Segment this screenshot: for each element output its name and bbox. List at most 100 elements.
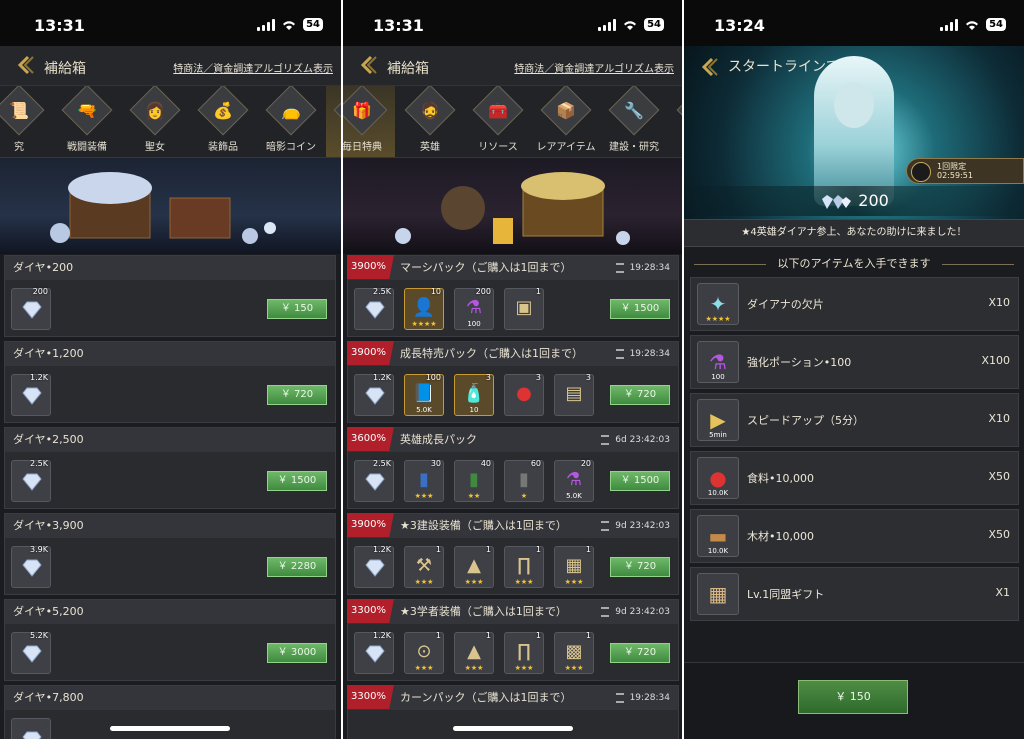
status-icons: 54 <box>257 18 323 31</box>
reward-item[interactable]: 1.2K <box>354 373 394 416</box>
grey-book-icon: ▮ <box>519 469 529 490</box>
buy-button[interactable]: ￥ 150 <box>798 680 908 714</box>
tab-heroine[interactable]: 👩 聖女 <box>122 86 188 157</box>
tab-rare-item[interactable]: 📦 レアアイテム <box>533 86 599 157</box>
price-button[interactable]: ￥ 3000 <box>267 643 327 663</box>
bundle-name: マーシパック（ご購入は1回まで） <box>400 261 572 274</box>
discount-badge: 3300% <box>347 599 394 623</box>
reward-item[interactable]: 1.2K <box>11 373 51 416</box>
star-rating: ★★★ <box>564 664 584 672</box>
price-button[interactable]: ￥ 2280 <box>267 557 327 577</box>
star-rating: ★★★ <box>414 664 434 672</box>
reward-item[interactable]: 1.2K <box>354 545 394 588</box>
tab-scroll[interactable]: 📜 究 <box>0 86 52 157</box>
price-button[interactable]: ￥ 720 <box>610 385 670 405</box>
reward-item[interactable]: ∏ 1 ★★★ <box>504 631 544 674</box>
item-quantity: 60 <box>530 459 541 468</box>
discount-badge: 3900% <box>347 341 394 365</box>
price-button[interactable]: ￥ 720 <box>610 643 670 663</box>
reward-item[interactable]: 2.5K <box>354 459 394 502</box>
reward-item[interactable]: ▮ 30 ★★★ <box>404 459 444 502</box>
purchase-footer: ￥ 150 <box>684 662 1024 739</box>
item-sub-value: 10 <box>469 406 479 414</box>
reward-quantity: X10 <box>988 412 1010 425</box>
reward-item[interactable]: ▮ 60 ★ <box>504 459 544 502</box>
tab-battle[interactable]: ⚔戦 <box>669 86 682 157</box>
item-quantity: 1.2K <box>30 373 48 382</box>
trousers-icon: ∏ <box>517 641 531 662</box>
item-quantity: 10 <box>430 287 441 296</box>
magnifier-icon: ⊙ <box>416 641 432 662</box>
reward-item[interactable]: 🧴 3 10 <box>454 373 494 416</box>
reward-item[interactable]: 2.5K <box>11 459 51 502</box>
reward-item[interactable] <box>11 718 51 739</box>
price-button[interactable]: ￥ 720 <box>267 385 327 405</box>
bundle-name: ★3建設装備（ご購入は1回まで） <box>400 519 567 532</box>
legal-notice-link[interactable]: 特商法／資金調達アルゴリズム表示 <box>173 60 333 75</box>
star-rating: ★★★ <box>414 492 434 500</box>
reward-item[interactable]: ▣ 1 <box>504 287 544 330</box>
reward-item[interactable]: ▤ 3 <box>554 373 594 416</box>
hourglass-icon <box>615 348 624 359</box>
tab-coin-bag[interactable]: 👝 暗影コイン <box>258 86 324 157</box>
price-button[interactable]: ￥ 1500 <box>610 299 670 319</box>
item-quantity: 1 <box>435 631 441 640</box>
reward-item[interactable]: ⊙ 1 ★★★ <box>404 631 444 674</box>
price-button[interactable]: ￥ 1500 <box>610 471 670 491</box>
timer-text: 19:28:34 <box>629 349 670 359</box>
reward-item[interactable]: ▩ 1 ★★★ <box>554 631 594 674</box>
status-time: 13:31 <box>373 16 424 35</box>
apple-icon: ● <box>516 383 532 404</box>
bundle-timer: 6d 23:42:03 <box>601 428 670 452</box>
build-tools-icon: 🔧 <box>608 86 660 136</box>
tab-resource-chest[interactable]: 🧰 リソース <box>465 86 531 157</box>
reward-item[interactable]: ▮ 40 ★★ <box>454 459 494 502</box>
obtain-label: 以下のアイテムを入手できます <box>777 257 931 270</box>
reward-item[interactable]: ▲ 1 ★★★ <box>454 545 494 588</box>
legal-notice-link[interactable]: 特商法／資金調達アルゴリズム表示 <box>514 60 674 75</box>
tab-gear-equipment[interactable]: 🔫 戦闘装備 <box>54 86 120 157</box>
reward-quantity: X100 <box>981 354 1010 367</box>
chest-icon: ▤ <box>565 383 583 404</box>
item-quantity: 1.2K <box>373 545 391 554</box>
reward-item[interactable]: ● 3 <box>504 373 544 416</box>
reward-item[interactable]: ▲ 1 ★★★ <box>454 631 494 674</box>
bundle-title: ダイヤ•7,800 <box>5 686 335 710</box>
reward-item[interactable]: ⚗ 20 5.0K <box>554 459 594 502</box>
diamond-icon <box>365 559 385 577</box>
tab-label: 戦闘装備 <box>67 142 107 153</box>
reward-item[interactable]: ⚒ 1 ★★★ <box>404 545 444 588</box>
price-button[interactable]: ￥ 720 <box>610 557 670 577</box>
hourglass-icon <box>911 162 931 182</box>
potion-icon: ⚗ 100 <box>697 341 739 383</box>
timer-text: 19:28:34 <box>629 263 670 273</box>
hammer-icon: ⚒ <box>415 555 433 576</box>
reward-item[interactable]: 👤 10 ★★★★ <box>404 287 444 330</box>
diamond-icon <box>22 731 42 739</box>
tab-gift-box[interactable]: 🎁 毎日特典 <box>343 86 395 157</box>
back-arrow-icon[interactable] <box>14 54 36 76</box>
tab-jewel-chest[interactable]: 💰 装飾品 <box>190 86 256 157</box>
hero-diana-portrait <box>814 56 894 206</box>
bundle-title: ダイヤ•200 <box>5 256 335 280</box>
reward-item[interactable]: ▦ 1 ★★★ <box>554 545 594 588</box>
reward-item[interactable]: 200 <box>11 287 51 330</box>
wood-icon: ▬ 10.0K <box>697 515 739 557</box>
tab-diamond-bag[interactable]: 💎 ダイヤ <box>326 86 341 157</box>
wifi-icon <box>283 20 296 30</box>
reward-item[interactable]: 1.2K <box>354 631 394 674</box>
diamond-icon <box>22 645 42 663</box>
reward-item[interactable]: 3.9K <box>11 545 51 588</box>
reward-item[interactable]: 5.2K <box>11 631 51 674</box>
price-button[interactable]: ￥ 1500 <box>267 471 327 491</box>
reward-item[interactable]: ⚗ 200 100 <box>454 287 494 330</box>
reward-item[interactable]: ∏ 1 ★★★ <box>504 545 544 588</box>
back-arrow-icon[interactable] <box>698 56 720 78</box>
reward-item[interactable]: 2.5K <box>354 287 394 330</box>
reward-item[interactable]: 📘 100 5.0K <box>404 373 444 416</box>
back-arrow-icon[interactable] <box>357 54 379 76</box>
green-book-icon: ▮ <box>469 469 479 490</box>
tab-hero-portrait[interactable]: 🧔 英雄 <box>397 86 463 157</box>
price-button[interactable]: ￥ 150 <box>267 299 327 319</box>
tab-build-tools[interactable]: 🔧 建設・研究 <box>601 86 667 157</box>
